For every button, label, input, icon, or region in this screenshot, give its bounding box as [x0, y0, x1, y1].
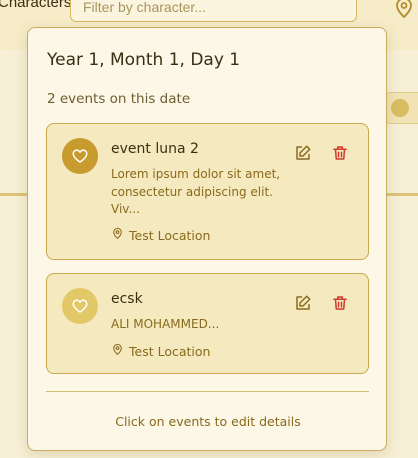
event-count: 2 events on this date [47, 91, 191, 107]
map-pin-icon [111, 227, 124, 243]
character-filter-input[interactable]: Filter by character... [70, 0, 357, 22]
event-location-text: Test Location [129, 343, 211, 359]
event-description: ALI MOHAMMED... [111, 317, 220, 331]
map-pin-icon [111, 343, 124, 359]
pencil-icon [296, 295, 311, 310]
event-card[interactable]: ecsk ALI MOHAMMED... Test Location [46, 273, 369, 374]
edit-event-button[interactable] [292, 142, 314, 164]
event-card[interactable]: event luna 2 Lorem ipsum dolor sit amet,… [46, 123, 369, 260]
event-location: Test Location [111, 227, 210, 243]
location-pin-icon[interactable] [392, 0, 416, 20]
delete-event-button[interactable] [329, 292, 351, 314]
popover-divider [46, 391, 369, 392]
event-title: ecsk [111, 291, 143, 307]
heart-icon [62, 138, 98, 174]
delete-event-button[interactable] [329, 142, 351, 164]
footer-hint: Click on events to edit details [115, 414, 301, 429]
edit-event-button[interactable] [292, 292, 314, 314]
event-description: Lorem ipsum dolor sit amet, consectetur … [111, 167, 281, 216]
trash-icon [333, 296, 347, 310]
character-filter-label: Characters: [0, 0, 76, 11]
calendar-event-chip[interactable] [384, 92, 418, 124]
popover-title: Year 1, Month 1, Day 1 [47, 50, 241, 70]
event-dot-icon [391, 99, 409, 117]
event-location-text: Test Location [129, 227, 211, 243]
event-location: Test Location [111, 343, 210, 359]
pencil-icon [296, 145, 311, 160]
day-events-popover: Year 1, Month 1, Day 1 2 events on this … [27, 27, 387, 451]
heart-icon [62, 288, 98, 324]
event-title: event luna 2 [111, 141, 199, 157]
trash-icon [333, 146, 347, 160]
